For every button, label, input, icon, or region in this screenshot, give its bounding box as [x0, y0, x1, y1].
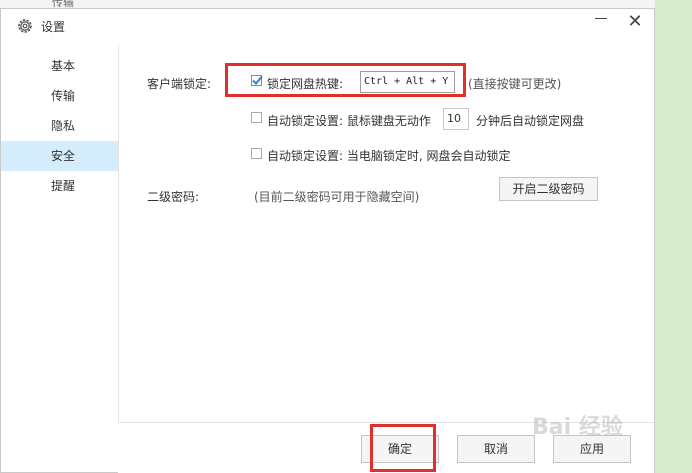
auto-lock-pc-checkbox[interactable] [251, 148, 262, 159]
idle-minutes-input[interactable]: 10 [443, 108, 469, 130]
second-password-label: 二级密码: [147, 190, 200, 204]
second-password-hint: (目前二级密码可用于隐藏空间) [254, 190, 420, 204]
gear-icon [16, 17, 34, 35]
security-panel: 客户端锁定: 锁定网盘热键: Ctrl + Alt + Y (直接按键可更改) … [118, 45, 654, 425]
minimize-icon[interactable] [589, 13, 613, 33]
hotkey-label: 锁定网盘热键: [267, 77, 344, 91]
hotkey-input[interactable]: Ctrl + Alt + Y [360, 71, 455, 93]
dialog-footer: 确定 取消 应用 [118, 422, 654, 473]
apply-button[interactable]: 应用 [553, 435, 631, 463]
dialog-title: 设置 [41, 20, 66, 34]
client-lock-label: 客户端锁定: [147, 77, 212, 91]
sidebar-item-reminder[interactable]: 提醒 [1, 171, 118, 201]
hotkey-hint: (直接按键可更改) [468, 77, 562, 91]
sidebar-item-transfer[interactable]: 传输 [1, 81, 118, 111]
sidebar-item-security[interactable]: 安全 [1, 141, 118, 171]
enable-second-password-button[interactable]: 开启二级密码 [499, 177, 598, 201]
auto-lock-idle-suffix: 分钟后自动锁定网盘 [476, 114, 585, 128]
title-bar: 设置 ✕ [1, 9, 654, 43]
cancel-button[interactable]: 取消 [457, 435, 535, 463]
close-icon[interactable]: ✕ [623, 13, 647, 33]
hotkey-checkbox[interactable] [251, 75, 263, 86]
sidebar-item-basic[interactable]: 基本 [1, 51, 118, 81]
settings-sidebar: 基本 传输 隐私 安全 提醒 [1, 45, 118, 472]
background-area [655, 0, 692, 473]
auto-lock-pc-label: 自动锁定设置: 当电脑锁定时, 网盘会自动锁定 [267, 149, 511, 163]
auto-lock-idle-label: 自动锁定设置: 鼠标键盘无动作 [267, 114, 431, 128]
ok-button[interactable]: 确定 [361, 435, 439, 463]
auto-lock-idle-checkbox[interactable] [251, 112, 262, 123]
settings-dialog: 设置 ✕ 基本 传输 隐私 安全 提醒 客户端锁定: 锁定网盘热键: Ctrl … [0, 8, 655, 473]
sidebar-item-privacy[interactable]: 隐私 [1, 111, 118, 141]
